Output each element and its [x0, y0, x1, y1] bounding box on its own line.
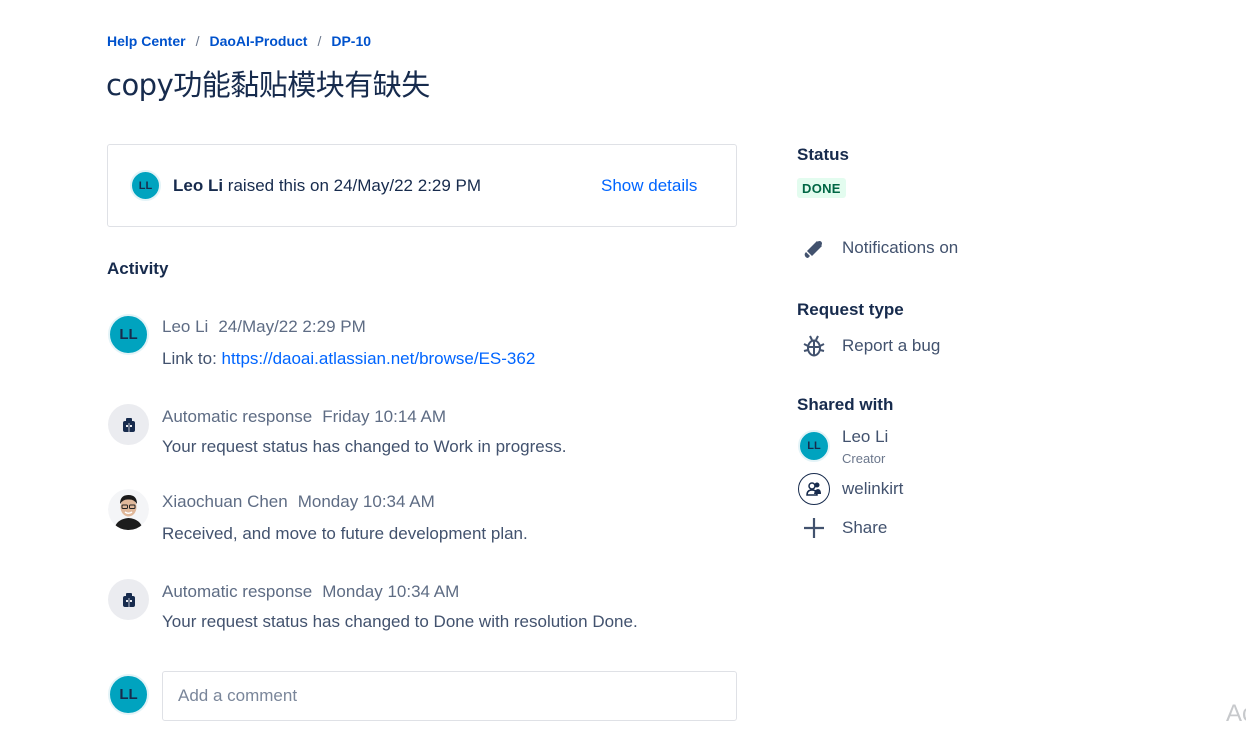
entry-body-prefix: Link to:: [162, 349, 222, 368]
entry-meta: Automatic response Friday 10:14 AM: [162, 407, 446, 427]
breadcrumb-project[interactable]: DaoAI-Product: [209, 33, 307, 49]
breadcrumb-issue[interactable]: DP-10: [331, 33, 371, 49]
breadcrumb-help-center[interactable]: Help Center: [107, 33, 186, 49]
megaphone-icon: [797, 233, 831, 263]
shared-with-heading: Shared with: [797, 395, 894, 414]
people-icon: [798, 473, 830, 505]
robot-icon: [108, 404, 149, 445]
activity-heading: Activity: [107, 259, 169, 278]
request-summary-box: LL Leo Li raised this on 24/May/22 2:29 …: [107, 144, 737, 227]
entry-author: Automatic response: [162, 407, 313, 426]
entry-body: Received, and move to future development…: [162, 524, 528, 543]
page-title: copy功能黏贴模块有缺失: [106, 68, 430, 102]
share-label: Share: [842, 518, 888, 537]
breadcrumb-separator: /: [317, 33, 322, 49]
robot-icon: [108, 579, 149, 620]
avatar: LL: [108, 674, 149, 715]
avatar: LL: [130, 170, 161, 201]
shared-user-role: Creator: [842, 451, 886, 466]
show-details-link[interactable]: Show details: [601, 176, 697, 196]
notifications-label: Notifications on: [842, 238, 959, 257]
entry-time: Monday 10:34 AM: [297, 492, 435, 511]
entry-meta: Leo Li 24/May/22 2:29 PM: [162, 317, 366, 337]
user-photo-avatar: [108, 489, 149, 530]
request-type-heading: Request type: [797, 300, 904, 319]
share-button[interactable]: Share: [797, 513, 887, 543]
raised-info: Leo Li raised this on 24/May/22 2:29 PM: [173, 176, 481, 196]
entry-time: Monday 10:34 AM: [322, 582, 460, 601]
entry-author: Xiaochuan Chen: [162, 492, 288, 511]
breadcrumb-separator: /: [195, 33, 200, 49]
entry-meta: Automatic response Monday 10:34 AM: [162, 582, 459, 602]
breadcrumb: Help Center / DaoAI-Product / DP-10: [107, 33, 371, 49]
entry-body: Your request status has changed to Work …: [162, 437, 567, 456]
entry-meta: Xiaochuan Chen Monday 10:34 AM: [162, 492, 435, 512]
entry-time: Friday 10:14 AM: [322, 407, 447, 426]
status-badge: DONE: [797, 178, 846, 198]
status-heading: Status: [797, 145, 849, 164]
entry-author: Leo Li: [162, 317, 209, 336]
raised-by-name: Leo Li: [173, 176, 224, 195]
entry-body: Link to: https://daoai.atlassian.net/bro…: [162, 349, 535, 369]
shared-user-name: Leo Li: [842, 427, 889, 446]
avatar: LL: [108, 314, 149, 355]
plus-icon: [797, 513, 831, 543]
entry-body: Your request status has changed to Done …: [162, 612, 638, 631]
entry-author: Automatic response: [162, 582, 313, 601]
request-type: Report a bug: [797, 331, 940, 361]
entry-time: 24/May/22 2:29 PM: [218, 317, 366, 336]
request-type-value: Report a bug: [842, 336, 941, 355]
comment-input[interactable]: [162, 671, 737, 721]
raised-date-text: raised this on 24/May/22 2:29 PM: [227, 176, 482, 195]
activate-watermark: Ac: [1226, 700, 1246, 727]
bug-icon: [797, 331, 831, 361]
notifications-toggle[interactable]: Notifications on: [797, 233, 958, 263]
issue-link[interactable]: https://daoai.atlassian.net/browse/ES-36…: [222, 349, 536, 368]
avatar: LL: [798, 430, 830, 462]
shared-group-name: welinkirt: [842, 479, 904, 498]
